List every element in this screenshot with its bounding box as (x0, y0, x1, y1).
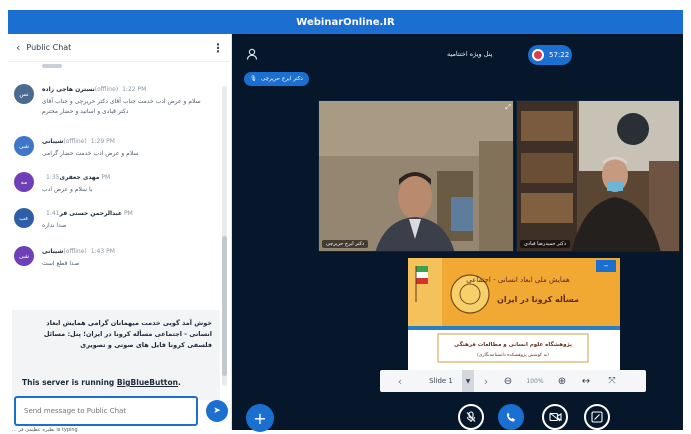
next-slide-button[interactable]: › (474, 375, 498, 388)
plus-icon[interactable]: + (246, 404, 274, 432)
avatar: عب (14, 208, 34, 228)
phone-icon[interactable] (498, 404, 524, 430)
send-icon[interactable]: ➤ (206, 400, 228, 422)
previous-slide-button[interactable]: ‹ (380, 375, 420, 388)
message-header: شیبانی(offline) 1:29 PM (42, 138, 115, 145)
slide-institute: پژوهشگاه علوم انسانی و مطالعات فرهنگی (454, 341, 572, 348)
chevron-down-icon[interactable]: ▼ (462, 370, 474, 392)
avatar: نس (14, 84, 34, 104)
chevron-left-icon[interactable]: ‹ (16, 41, 20, 54)
slide-institute-sub: (به کوشش پژوهشکده دانشنامه‌نگاری) (477, 351, 549, 358)
presentation-toolbar: ‹ Slide 1 ▼ › ⊖ 100% ⊕ ↔ ⤧ (380, 370, 646, 392)
clipped-message (42, 64, 62, 68)
chat-scrollbar[interactable] (222, 86, 227, 386)
room-title: پنل ویژه اختتامیه (447, 50, 493, 58)
welcome-text: خوش آمد گویی خدمت میهمانان گرامی همایش ا… (43, 319, 212, 349)
user-icon[interactable] (246, 48, 260, 62)
video-tile[interactable]: دکتر ایرج حریرچی ⤢ (318, 100, 514, 252)
chat-header: ‹ Public Chat ⋮ (8, 34, 232, 62)
app-window: WebinarOnline.IR ‹ Public Chat ⋮ نس نستر… (0, 0, 691, 434)
zoom-in-icon[interactable]: ⊕ (552, 376, 572, 387)
server-info-suffix: . (177, 378, 181, 387)
presentation-slide[interactable]: همایش ملی ابعاد انسانی - اجتماعی مسأله ک… (408, 258, 620, 370)
server-info-prefix: This server is running (22, 378, 117, 387)
recording-timer: 57:22 (549, 51, 570, 59)
app-title-bar: WebinarOnline.IR (8, 10, 683, 34)
message-text: صدا قطع است (42, 260, 80, 267)
welcome-message: خوش آمد گویی خدمت میهمانان گرامی همایش ا… (12, 310, 220, 400)
offline-tag: (offline) (63, 248, 87, 255)
slide-banner-line2: مسأله کرونا در ایران (497, 294, 579, 304)
video-icon[interactable] (542, 404, 568, 430)
message-text: سلام و عرض ادب خدمت جناب آقای دکتر حریرچ… (42, 98, 201, 115)
slide-content: همایش ملی ابعاد انسانی - اجتماعی مسأله ک… (408, 258, 620, 370)
bigbluebutton-link[interactable]: BigBlueButton (117, 378, 178, 387)
message-header: عبدالرحمن حسنی فر1:41 PM (42, 210, 133, 217)
mic-muted-icon[interactable] (458, 404, 484, 430)
kebab-menu-icon[interactable]: ⋮ (212, 41, 224, 55)
message-text: سلام و عرض ادب خدمت حضار گرامی (42, 150, 139, 157)
message-time: 1:43 PM (90, 248, 115, 255)
video-label: دکتر حمیدرضا قبادی (520, 240, 570, 248)
talker-name: دکتر ایرج حریرچی (260, 76, 303, 82)
slide-selector[interactable]: Slide 1 (420, 377, 462, 385)
app-title: WebinarOnline.IR (296, 16, 395, 28)
video-tile[interactable]: دکتر حمیدرضا قبادی (516, 100, 680, 252)
avatar: مه (14, 172, 34, 192)
zoom-out-icon[interactable]: ⊖ (498, 376, 518, 387)
message-header: نسترن هاجی زاده(offline) 1:22 PM (42, 86, 146, 93)
expand-icon[interactable]: ⤢ (505, 103, 511, 112)
message-text: با سلام و عرض ادب (42, 186, 93, 193)
avatar: شی (14, 246, 34, 266)
message-list[interactable]: نس نسترن هاجی زاده(offline) 1:22 PM سلام … (8, 62, 232, 400)
fullscreen-icon[interactable]: ⤧ (600, 376, 624, 386)
video-feed (319, 101, 513, 251)
chat-scroll-thumb[interactable] (222, 236, 227, 376)
microphone-icon: 🎙 (250, 76, 257, 82)
record-icon (532, 49, 544, 61)
message-text: صدا نداره (42, 222, 67, 229)
screenshare-icon[interactable] (584, 404, 610, 430)
video-label: دکتر ایرج حریرچی (322, 240, 369, 248)
typing-indicator: ... نظیره عظیمی فر is typing (12, 427, 78, 433)
slide-banner-line1: همایش ملی ابعاد انسانی - اجتماعی (466, 276, 570, 284)
chat-panel: ‹ Public Chat ⋮ نس نسترن هاجی زاده(offli… (8, 34, 232, 433)
sender-name: عبدالرحمن حسنی فر (59, 210, 123, 217)
offline-tag: (offline) (63, 138, 87, 145)
minimize-icon[interactable]: – (596, 260, 616, 272)
recording-status[interactable]: 57:22 (528, 45, 572, 65)
avatar: شی (14, 136, 34, 156)
sender-name: نسترن هاجی زاده (42, 86, 95, 93)
zoom-level: 100% (526, 377, 544, 385)
sender-name: شیبانی (42, 138, 64, 145)
message-time: 1:29 PM (90, 138, 115, 145)
server-info: This server is running BigBlueButton. (22, 378, 181, 387)
fit-width-icon[interactable]: ↔ (572, 376, 600, 387)
chat-title[interactable]: Public Chat (26, 43, 71, 52)
sender-name: مهدی جعفری (59, 174, 100, 181)
talking-indicator[interactable]: 🎙 دکتر ایرج حریرچی (244, 72, 309, 86)
chat-message-input[interactable] (14, 396, 198, 426)
sender-name: شیبانی (42, 248, 64, 255)
main-stage: پنل ویژه اختتامیه 57:22 🎙 دکتر ایرج حریر… (232, 34, 683, 432)
video-feed (517, 101, 679, 251)
message-header: شیبانی(offline) 1:43 PM (42, 248, 115, 255)
message-header: مهدی جعفری1:35 PM (42, 174, 110, 181)
message-time: 1:22 PM (122, 86, 147, 93)
offline-tag: (offline) (94, 86, 119, 93)
